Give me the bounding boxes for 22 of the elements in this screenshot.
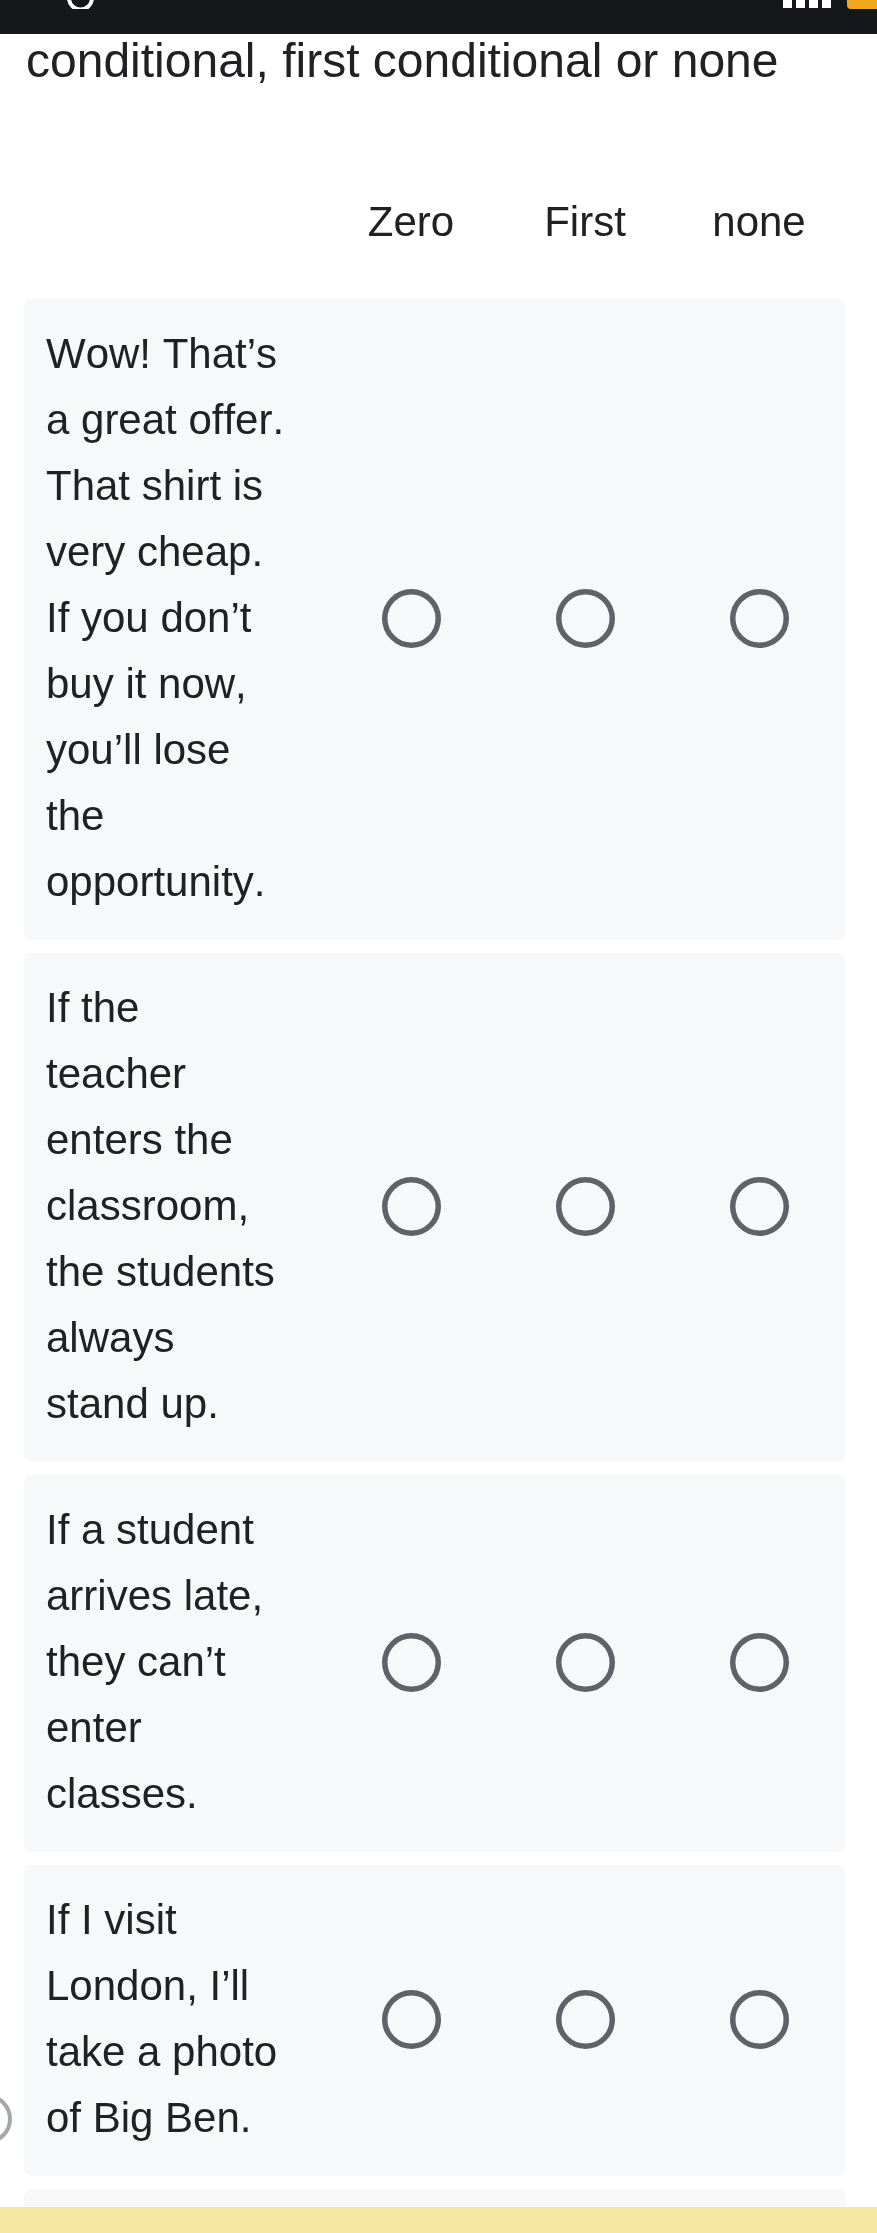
radio-button[interactable] <box>381 1632 441 1692</box>
statement-text: Wow! That’s a great offer. That shirt is very cheap. If you don’t buy it now, you’ll lose the opportunity. <box>46 329 286 907</box>
radio-button[interactable] <box>381 1989 441 2049</box>
radio-button[interactable] <box>729 1989 789 2049</box>
radio-button[interactable] <box>555 1632 615 1692</box>
statement-text: If a student arrives late, they can’t enter classes. <box>46 1505 265 1819</box>
battery-icon <box>847 0 877 9</box>
column-header: none <box>712 197 806 247</box>
radio-button[interactable] <box>555 1989 615 2049</box>
radio-button[interactable] <box>555 588 615 648</box>
statement-text: If I visit London, I’ll take a photo of Big Ben. <box>46 1895 279 2143</box>
radio-button[interactable] <box>381 588 441 648</box>
radio-button[interactable] <box>729 1632 789 1692</box>
question-title: conditional, first conditional or none <box>25 34 780 88</box>
radio-button[interactable] <box>381 1176 441 1236</box>
radio-button[interactable] <box>729 1176 789 1236</box>
column-header: Zero <box>367 197 455 247</box>
signal-icon <box>783 0 831 8</box>
statement-text: If the teacher enters the classroom, the students always stand up. <box>46 983 276 1429</box>
radio-button[interactable] <box>555 1176 615 1236</box>
radio-button[interactable] <box>729 588 789 648</box>
column-header: First <box>544 197 626 247</box>
